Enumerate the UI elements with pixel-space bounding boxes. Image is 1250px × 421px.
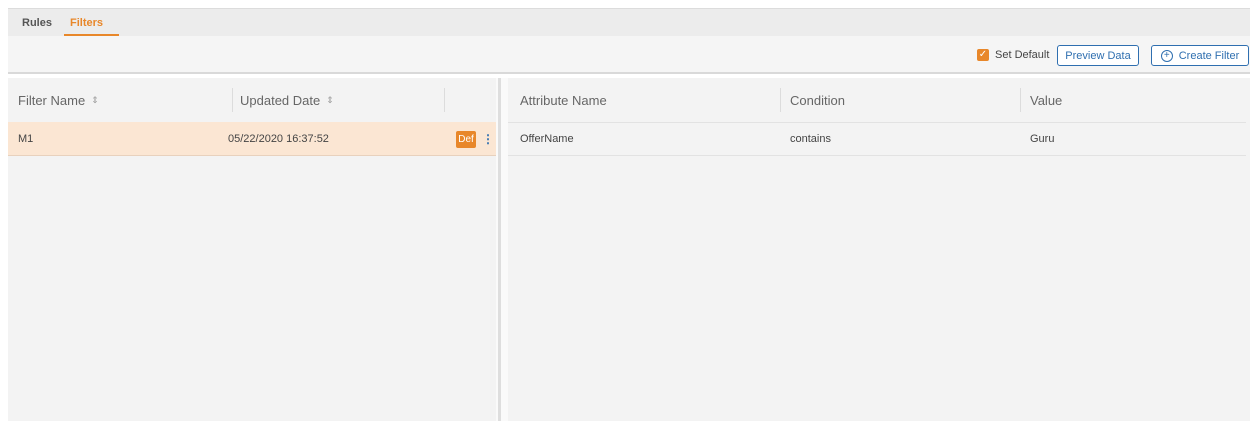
column-header-attribute-name: Attribute Name xyxy=(520,78,607,123)
default-badge: Def xyxy=(456,131,476,148)
column-header-condition: Condition xyxy=(790,78,845,123)
sort-icon[interactable]: ⇕ xyxy=(91,95,99,106)
set-default-checkbox[interactable]: ✓ xyxy=(977,49,989,61)
more-options-icon[interactable]: ⋮ xyxy=(482,132,494,146)
updated-date-header-label: Updated Date xyxy=(240,93,321,108)
condition-header-label: Condition xyxy=(790,93,845,108)
column-header-updated-date[interactable]: Updated Date ⇕ xyxy=(240,78,334,123)
column-header-filter-name[interactable]: Filter Name ⇕ xyxy=(18,78,99,123)
create-filter-button[interactable]: + Create Filter xyxy=(1151,45,1249,66)
toolbar: ✓ Set Default Preview Data + Create Filt… xyxy=(8,36,1250,74)
filter-name-header-label: Filter Name xyxy=(18,93,86,108)
value-cell: Guru xyxy=(1030,133,1055,145)
table-row[interactable]: OfferName contains Guru xyxy=(508,122,1246,156)
sort-icon[interactable]: ⇕ xyxy=(326,95,334,106)
set-default-label: Set Default xyxy=(995,49,1050,61)
plus-circle-icon: + xyxy=(1160,49,1173,62)
value-header-label: Value xyxy=(1030,93,1063,108)
set-default-option[interactable]: ✓ Set Default xyxy=(977,49,1049,61)
condition-cell: contains xyxy=(790,133,831,145)
column-divider xyxy=(232,88,233,112)
panel-splitter[interactable] xyxy=(496,78,508,421)
tab-filters[interactable]: Filters xyxy=(70,17,103,29)
tab-rules[interactable]: Rules xyxy=(22,17,52,29)
column-divider xyxy=(444,88,445,112)
filter-name-cell: M1 xyxy=(18,133,34,145)
column-divider xyxy=(1020,88,1021,112)
column-divider xyxy=(780,88,781,112)
column-header-value: Value xyxy=(1030,78,1062,123)
table-row[interactable]: M1 05/22/2020 16:37:52 Def ⋮ xyxy=(8,122,496,156)
tab-bar: Rules Filters xyxy=(8,8,1250,36)
filter-conditions-panel: Attribute Name Condition Value OfferName… xyxy=(508,78,1250,421)
create-filter-label: Create Filter xyxy=(1178,49,1240,62)
updated-date-cell: 05/22/2020 16:37:52 xyxy=(228,133,329,145)
attribute-name-cell: OfferName xyxy=(520,133,574,145)
preview-data-button[interactable]: Preview Data xyxy=(1057,45,1139,66)
row-divider xyxy=(508,155,1246,156)
attribute-name-header-label: Attribute Name xyxy=(520,93,607,108)
filters-list-panel: Filter Name ⇕ Updated Date ⇕ M1 05/22/20… xyxy=(8,78,496,421)
